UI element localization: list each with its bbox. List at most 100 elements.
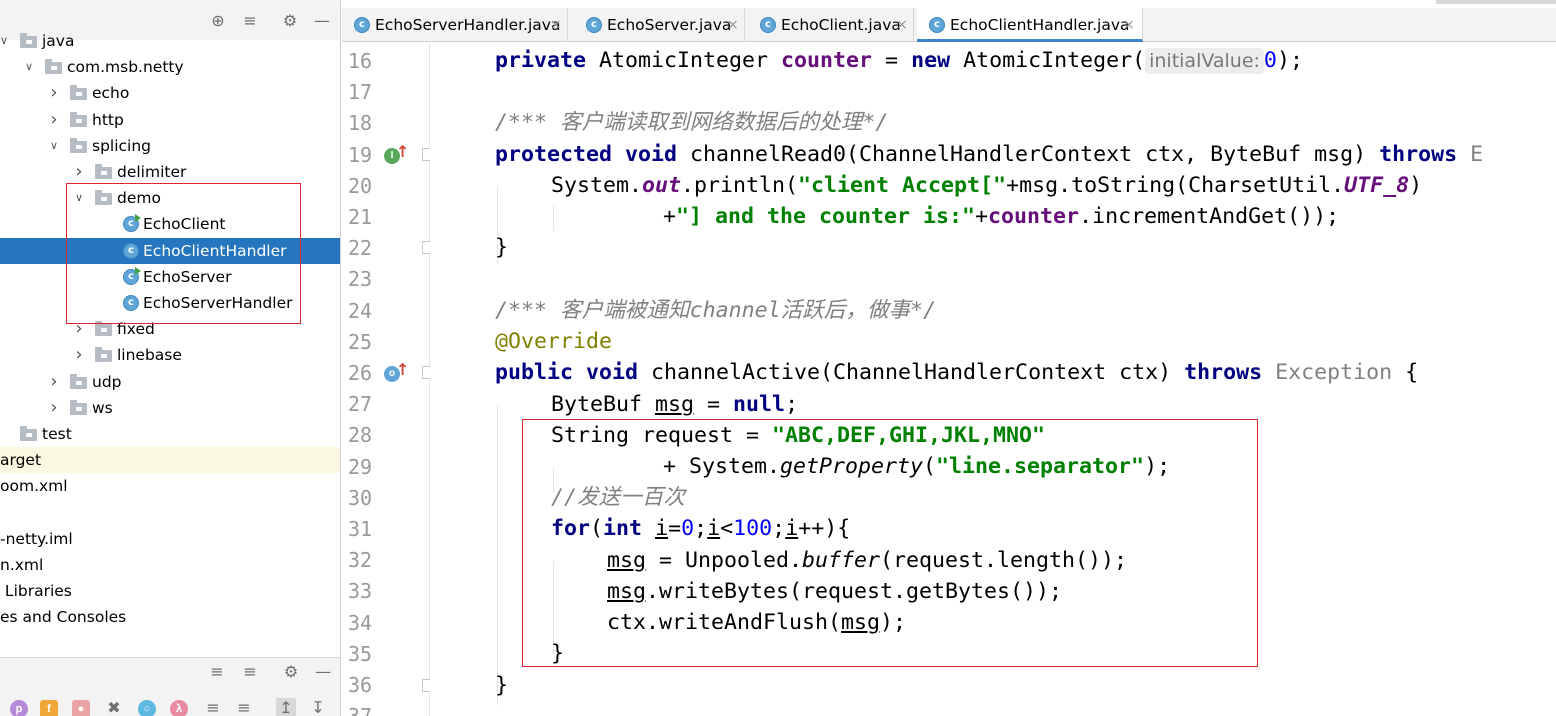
package-icon (45, 59, 62, 75)
tree-item-label: delimiter (117, 163, 187, 181)
chevron-right-icon[interactable]: › (47, 80, 61, 106)
tree-item[interactable]: es and Consoles (0, 604, 340, 630)
override-arrow-icon[interactable]: ↑ (396, 142, 409, 161)
package-icon (70, 85, 87, 101)
code-line-16: private AtomicInteger counter = new Atom… (495, 48, 1303, 74)
indent-guide (497, 405, 498, 705)
tree-item[interactable]: test (0, 421, 340, 447)
chevron-down-icon[interactable]: ∨ (0, 28, 11, 54)
package-icon (95, 164, 112, 179)
tree-item-label: -netty.iml (0, 529, 73, 548)
minimize-icon[interactable]: — (313, 662, 333, 681)
close-icon[interactable]: × (727, 8, 739, 42)
line-number: 26 (348, 361, 373, 385)
chevron-right-icon[interactable]: › (72, 159, 86, 185)
property-icon[interactable]: p (10, 700, 28, 716)
tree-item[interactable]: › udp (0, 369, 340, 395)
chevron-right-icon[interactable]: › (47, 395, 61, 421)
tree-item[interactable]: n.xml (0, 552, 340, 578)
chevron-right-icon[interactable]: › (47, 107, 61, 133)
line-number: 33 (348, 579, 373, 604)
bottom-toolbar: ≡ ≡ ⚙ — p f ● ✖ ○ λ ≡ ≡ ↥ ↧ (0, 657, 340, 716)
tree-item[interactable]: › echo (0, 80, 340, 106)
tree-item-label: http (92, 110, 124, 129)
folder-icon (20, 33, 37, 48)
tree-item[interactable]: › ws (0, 395, 340, 421)
tab-echo-client[interactable]: c EchoClient.java × (748, 8, 914, 42)
lambda-icon[interactable]: λ (170, 700, 188, 716)
code-line-22: } (495, 235, 509, 260)
chevron-down-icon[interactable]: ∨ (47, 133, 61, 159)
tree-item[interactable]: › delimiter (0, 159, 340, 185)
package-icon (70, 399, 87, 415)
package-icon (70, 111, 87, 127)
tree-item[interactable]: ∨ splicing (0, 133, 340, 159)
chevron-down-icon[interactable]: ∨ (22, 54, 36, 80)
line-number: 24 (348, 298, 373, 323)
tree-item-label: udp (92, 372, 122, 391)
gear-icon[interactable]: ⚙ (281, 662, 301, 681)
line-number: 34 (348, 610, 373, 635)
highlight-box-demo (66, 183, 301, 324)
package-icon (95, 321, 112, 337)
code-line-18: /*** 客户端读取到网络数据后的处理*/ (495, 110, 889, 135)
lock-icon[interactable]: ● (72, 700, 90, 716)
folder-icon (20, 426, 37, 441)
tree-item[interactable]: ∨ com.msb.netty (0, 54, 340, 80)
tree-item-label: test (42, 425, 72, 443)
tree-item[interactable]: ∨ java (0, 28, 340, 54)
line-number: 17 (348, 80, 373, 105)
tab-scrollbar[interactable] (1436, 0, 1556, 4)
sort-alpha-icon[interactable]: ≡ (234, 698, 254, 716)
tree-item-label: n.xml (0, 555, 44, 574)
scroll-to-bottom-icon[interactable]: ↧ (308, 698, 328, 716)
tree-item[interactable]: Libraries (0, 578, 340, 604)
class-icon: c (354, 17, 370, 33)
line-number: 16 (348, 49, 373, 73)
code-line-26: public void channelActive(ChannelHandler… (495, 360, 1419, 385)
tree-item[interactable]: › linebase (0, 342, 340, 368)
close-icon[interactable]: × (896, 8, 908, 42)
editor-tab-bar: c EchoServerHandler.java × c EchoServer.… (342, 8, 1556, 42)
chevron-right-icon[interactable]: › (47, 369, 61, 395)
expand-all-icon[interactable]: ≡ (207, 662, 227, 681)
line-number: 21 (348, 205, 373, 229)
override-arrow-icon[interactable]: ↑ (396, 360, 409, 379)
tree-item-label: es and Consoles (0, 608, 127, 627)
tree-item-label: Libraries (0, 582, 72, 600)
tree-item[interactable]: arget (0, 447, 340, 474)
wrench-icon[interactable]: ✖ (104, 698, 124, 716)
tab-echo-server-handler[interactable]: c EchoServerHandler.java × (342, 8, 568, 42)
code-line-27: ByteBuf msg = null; (551, 392, 799, 417)
editor-gutter: 16 17 18 19 20 21 22 23 24 25 26 27 28 29 30 31 32 33 34 35… (342, 43, 462, 716)
tree-item[interactable]: -netty.iml (0, 526, 340, 552)
tree-item-label: oom.xml (0, 477, 68, 496)
indent-guide (553, 205, 554, 231)
sort-icon[interactable]: ≡ (203, 698, 223, 716)
close-icon[interactable]: × (1123, 8, 1135, 42)
tree-item-label: echo (92, 84, 130, 103)
tree-item-label: java (42, 32, 75, 50)
line-number: 32 (348, 548, 373, 573)
tree-item[interactable]: › http (0, 107, 340, 133)
code-line-21: +"] and the counter is:"+counter.increme… (663, 204, 1340, 229)
close-icon[interactable]: × (550, 8, 562, 42)
line-number: 18 (348, 111, 373, 136)
chevron-right-icon[interactable]: › (72, 342, 86, 368)
circle-icon[interactable]: ○ (138, 700, 156, 716)
tab-echo-client-handler[interactable]: c EchoClientHandler.java × (917, 8, 1143, 42)
line-number: 22 (348, 236, 373, 261)
package-icon (70, 373, 87, 389)
tree-item-label: splicing (92, 136, 152, 155)
line-number: 35 (348, 641, 373, 666)
tab-echo-server[interactable]: c EchoServer.java × (574, 8, 745, 42)
collapse-all-icon[interactable]: ≡ (240, 662, 260, 681)
code-line-25: @Override (495, 329, 613, 354)
field-icon[interactable]: f (40, 700, 58, 716)
line-number: 23 (348, 267, 373, 292)
line-number: 25 (348, 329, 373, 354)
tree-item[interactable]: oom.xml (0, 473, 340, 499)
scroll-to-top-icon[interactable]: ↥ (276, 698, 296, 716)
parameter-hint: initialValue: (1145, 48, 1264, 74)
line-number: 20 (348, 173, 373, 198)
